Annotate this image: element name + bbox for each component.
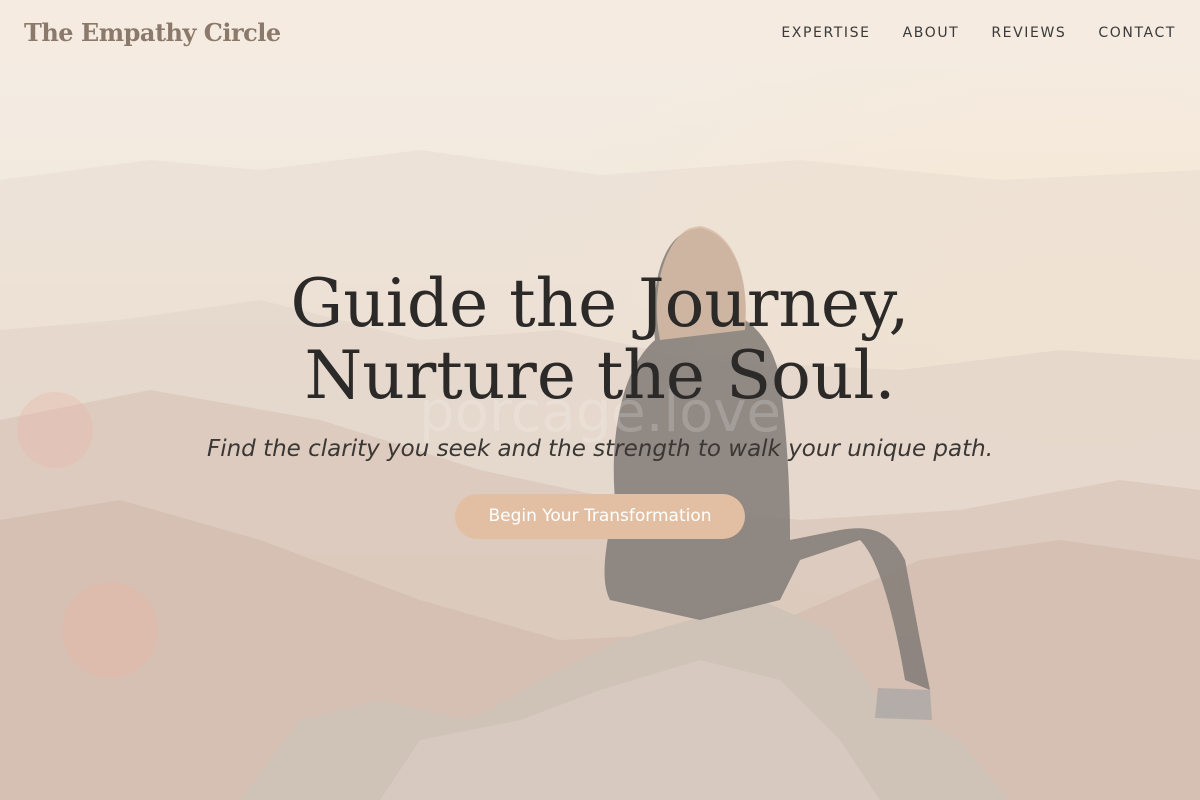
nav-item-about[interactable]: ABOUT [903,25,960,41]
nav-item-reviews[interactable]: REVIEWS [991,25,1066,41]
hero-headline: Guide the Journey, Nurture the Soul. [0,268,1200,412]
begin-transformation-button[interactable]: Begin Your Transformation [455,494,745,539]
nav-item-expertise[interactable]: EXPERTISE [781,25,870,41]
nav-item-contact[interactable]: CONTACT [1098,25,1176,41]
main-navigation: EXPERTISE ABOUT REVIEWS CONTACT [781,25,1176,41]
hero-section: Guide the Journey, Nurture the Soul. Fin… [0,268,1200,539]
hero-headline-line-2: Nurture the Soul. [304,337,896,414]
brand-logo[interactable]: The Empathy Circle [24,18,281,47]
hero-subheadline: Find the clarity you seek and the streng… [206,436,994,462]
site-header: The Empathy Circle EXPERTISE ABOUT REVIE… [0,0,1200,65]
hero-headline-line-1: Guide the Journey, [290,265,910,342]
